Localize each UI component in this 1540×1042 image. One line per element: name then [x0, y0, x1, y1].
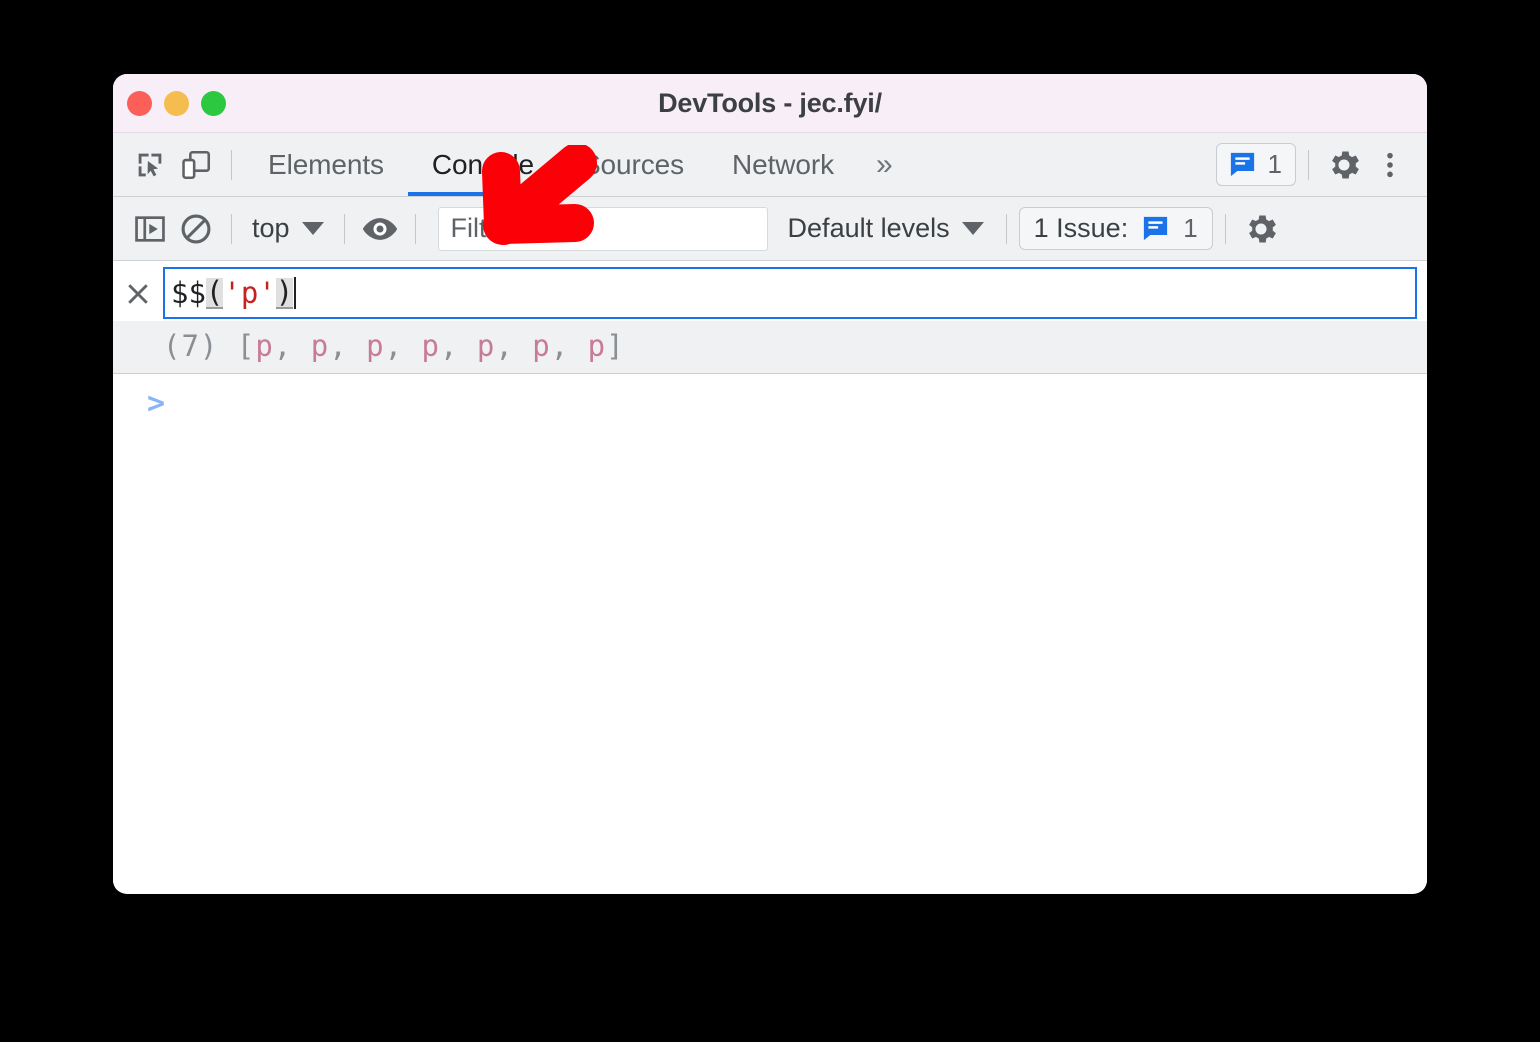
console-prompt-row[interactable]: > [113, 374, 1427, 432]
tab-elements-label: Elements [268, 148, 384, 180]
close-entry-icon[interactable] [113, 265, 163, 321]
result-space [218, 329, 236, 363]
window-titlebar: DevTools - jec.fyi/ [113, 74, 1427, 133]
tab-sources-label: Sources [581, 148, 684, 180]
screenshot-canvas: DevTools - jec.fyi/ Elements Console Sou… [0, 0, 1540, 1042]
issues-count: 1 [1267, 149, 1282, 179]
close-window-button[interactable] [127, 90, 152, 116]
tab-console-label: Console [431, 148, 534, 180]
tabbar-actions: 1 [1215, 142, 1413, 188]
console-entry: $$(' p ') [113, 261, 1427, 321]
result-item[interactable]: p [588, 329, 606, 363]
console-toolbar-divider-1 [231, 213, 232, 244]
gear-icon[interactable] [1238, 206, 1284, 252]
minimize-window-button[interactable] [164, 90, 189, 116]
code-string: p [240, 275, 259, 310]
result-close-bracket: ] [606, 329, 625, 363]
code-prefix: $$ [171, 275, 206, 310]
chevron-down-icon [961, 222, 984, 235]
code-quote-close: ' [258, 275, 276, 310]
result-count: (7) [163, 329, 219, 363]
code-close-paren: ) [275, 274, 294, 309]
gear-icon[interactable] [1321, 142, 1367, 188]
result-sep: , [384, 329, 422, 363]
three-dot-menu-icon[interactable] [1367, 142, 1413, 188]
live-expression-eye-icon[interactable] [357, 206, 403, 252]
console-body: $$(' p ') (7) [p, p, p, p, p, p, p] > [113, 261, 1427, 891]
tab-network[interactable]: Network [708, 133, 858, 196]
clear-console-icon[interactable] [173, 206, 219, 252]
more-tabs-icon[interactable]: » [858, 133, 911, 196]
issues-toolbar-button[interactable]: 1 Issue: 1 [1018, 207, 1213, 250]
device-toolbar-icon[interactable] [173, 142, 219, 188]
console-code-text: $$(' p ') [171, 274, 297, 310]
issues-counter-button[interactable]: 1 [1215, 143, 1296, 186]
console-result-row: (7) [p, p, p, p, p, p, p] [113, 321, 1427, 374]
window-title: DevTools - jec.fyi/ [658, 87, 882, 118]
result-item[interactable]: p [532, 329, 550, 363]
result-sep: , [273, 329, 311, 363]
result-open-bracket: [ [236, 329, 256, 363]
console-code-input[interactable]: $$(' p ') [163, 267, 1417, 319]
chevron-down-icon [301, 222, 324, 235]
filter-input[interactable]: Filter [437, 206, 768, 251]
devtools-tabbar: Elements Console Sources Network » 1 [113, 133, 1427, 197]
code-open-paren: ( [205, 274, 224, 309]
tab-list: Elements Console Sources Network » [244, 133, 911, 196]
result-item[interactable]: p [311, 329, 329, 363]
issue-message-icon [1144, 216, 1168, 241]
filter-placeholder: Filter [450, 213, 511, 243]
console-toolbar-divider-4 [1005, 213, 1007, 244]
console-toolbar-divider-2 [343, 213, 345, 244]
result-sep: , [495, 329, 533, 363]
tabbar-divider-2 [1308, 149, 1309, 180]
issue-message-icon [1230, 152, 1254, 177]
result-sep: , [329, 329, 367, 363]
result-item[interactable]: p [477, 329, 495, 363]
prompt-chevron-icon: > [147, 385, 166, 421]
result-sep: , [550, 329, 588, 363]
inspect-element-icon[interactable] [127, 142, 173, 188]
tab-console[interactable]: Console [407, 133, 558, 196]
result-item[interactable]: p [255, 329, 273, 363]
maximize-window-button[interactable] [201, 90, 226, 116]
console-toolbar: top Filter Default levels 1 Issue: 1 [113, 197, 1427, 261]
result-item[interactable]: p [422, 329, 440, 363]
issues-toolbar-count: 1 [1183, 213, 1198, 243]
execution-context-label: top [252, 213, 290, 243]
tabbar-divider-1 [231, 149, 232, 180]
text-cursor [294, 277, 297, 309]
result-sep: , [439, 329, 477, 363]
tab-network-label: Network [731, 148, 834, 180]
console-toolbar-divider-5 [1224, 213, 1226, 244]
tab-elements[interactable]: Elements [244, 133, 408, 196]
result-item[interactable]: p [366, 329, 384, 363]
console-result-text: (7) [p, p, p, p, p, p, p] [163, 329, 625, 363]
code-quote-open: ' [223, 275, 241, 310]
console-toolbar-divider-3 [414, 213, 416, 244]
tab-sources[interactable]: Sources [558, 133, 708, 196]
show-console-sidebar-icon[interactable] [127, 206, 173, 252]
traffic-lights [127, 90, 226, 116]
log-levels-selector[interactable]: Default levels [778, 213, 994, 244]
log-levels-label: Default levels [787, 213, 950, 243]
issues-label: 1 Issue: [1033, 213, 1129, 243]
execution-context-selector[interactable]: top [244, 213, 332, 244]
devtools-window: DevTools - jec.fyi/ Elements Console Sou… [113, 74, 1427, 894]
